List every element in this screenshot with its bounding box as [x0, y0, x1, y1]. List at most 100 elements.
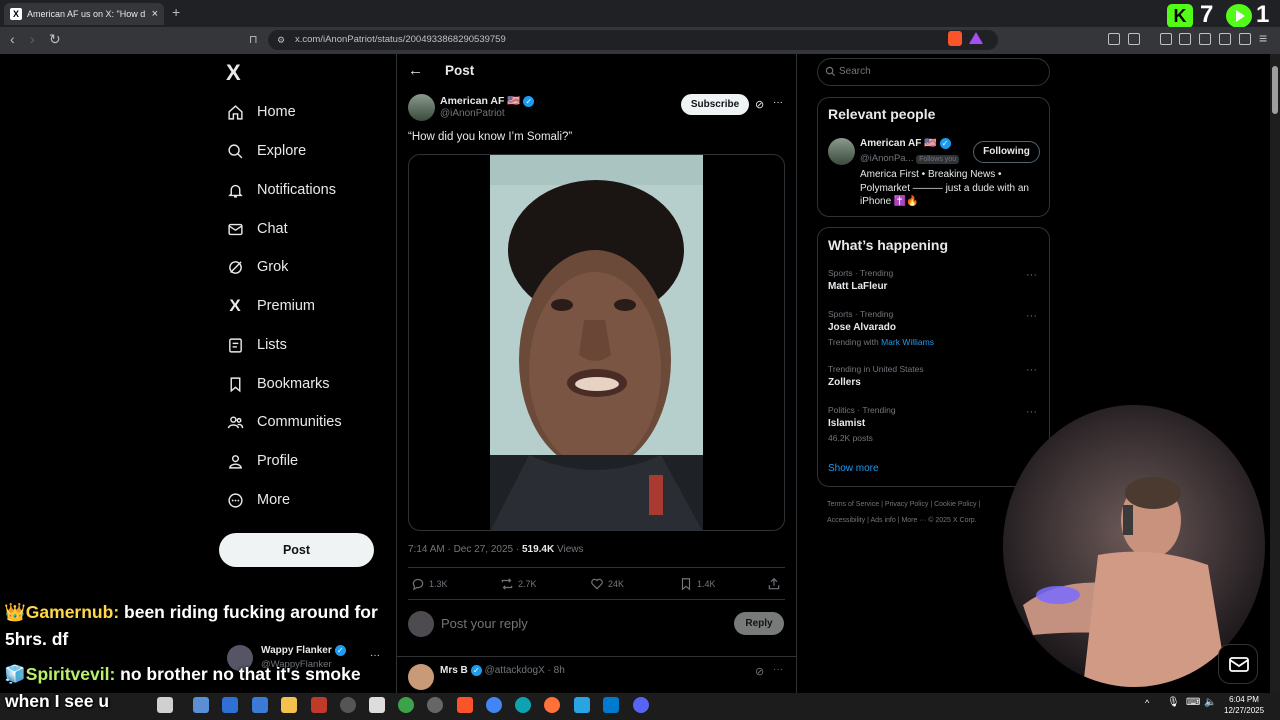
volume-icon[interactable]: 🔈	[1204, 697, 1216, 708]
nav-label: More	[257, 492, 291, 508]
app-icon[interactable]	[398, 697, 414, 713]
footer-links[interactable]: Terms of Service | Privacy Policy | Cook…	[827, 501, 980, 508]
app-icon[interactable]	[252, 697, 268, 713]
music-icon[interactable]	[1160, 33, 1172, 45]
chrome-icon[interactable]	[486, 697, 502, 713]
trend-more-icon[interactable]: ···	[1026, 269, 1037, 281]
nav-explore[interactable]: Explore	[226, 138, 306, 164]
account-more-icon[interactable]: ···	[370, 650, 380, 661]
nav-notifications[interactable]: Notifications	[226, 177, 336, 203]
bookmark-action[interactable]: 1.4K	[679, 577, 716, 591]
browser-tab[interactable]: X American AF us on X: "How d ×	[4, 3, 164, 25]
post-more-icon[interactable]: ···	[773, 97, 783, 108]
scrollbar-thumb[interactable]	[1272, 66, 1278, 114]
subscribe-button[interactable]: Subscribe	[681, 94, 749, 115]
like-action[interactable]: 24K	[590, 577, 624, 591]
obs-icon[interactable]	[340, 697, 356, 713]
page-scrollbar[interactable]	[1270, 54, 1280, 694]
author-handle[interactable]: @iAnonPatriot	[440, 108, 505, 119]
app-icon[interactable]	[311, 697, 327, 713]
brave-rewards-icon[interactable]	[969, 32, 983, 44]
show-more-link[interactable]: Show more	[828, 463, 879, 474]
clock-date: 12/27/2025	[1224, 706, 1265, 715]
app-icon[interactable]	[222, 697, 238, 713]
messages-button[interactable]	[1218, 644, 1258, 684]
reply-author-avatar[interactable]	[408, 664, 434, 690]
author-avatar[interactable]	[408, 94, 435, 121]
person-name[interactable]: American AF 🇺🇸 ✓	[860, 138, 951, 149]
nav-label: Communities	[257, 414, 342, 430]
discord-icon[interactable]	[633, 697, 649, 713]
brave-browser-icon[interactable]	[457, 697, 473, 713]
firefox-icon[interactable]	[544, 697, 560, 713]
forward-icon[interactable]: ›	[30, 31, 35, 47]
bookmark-page-icon[interactable]: ⊓	[249, 33, 258, 46]
nav-profile[interactable]: Profile	[226, 448, 298, 474]
trend-more-icon[interactable]: ···	[1026, 310, 1037, 322]
trend-name[interactable]: Jose Alvarado	[828, 322, 896, 333]
reply-button[interactable]: Reply	[734, 612, 784, 635]
nav-lists[interactable]: Lists	[226, 332, 287, 358]
nav-more[interactable]: More	[226, 487, 290, 513]
trend-extra-link[interactable]: Mark Williams	[881, 337, 934, 347]
share-action[interactable]	[767, 577, 785, 591]
trend-name[interactable]: Matt LaFleur	[828, 281, 887, 292]
back-arrow-icon[interactable]: ←	[408, 62, 423, 79]
menu-icon[interactable]: ≡	[1259, 30, 1267, 46]
settings-icon[interactable]	[427, 697, 443, 713]
back-icon[interactable]: ‹	[10, 31, 15, 47]
person-avatar[interactable]	[828, 138, 855, 165]
close-tab-icon[interactable]: ×	[152, 8, 158, 20]
nav-bookmarks[interactable]: Bookmarks	[226, 371, 330, 397]
grok-explain-icon[interactable]: ⊘	[755, 665, 764, 678]
edge-icon[interactable]	[515, 697, 531, 713]
post-media[interactable]	[408, 154, 785, 531]
system-clock[interactable]: 6:04 PM 12/27/2025	[1224, 694, 1264, 716]
app-icon[interactable]	[193, 697, 209, 713]
vscode-icon[interactable]	[603, 697, 619, 713]
following-button[interactable]: Following	[973, 141, 1040, 163]
vpn-icon[interactable]	[1239, 33, 1251, 45]
reply-more-icon[interactable]: ···	[773, 664, 783, 675]
grok-explain-icon[interactable]: ⊘	[755, 98, 764, 111]
epic-games-icon[interactable]	[369, 697, 385, 713]
extensions-icon[interactable]	[1108, 33, 1120, 45]
sidebar-toggle-icon[interactable]	[1179, 33, 1191, 45]
network-icon[interactable]: ⌨	[1186, 697, 1200, 708]
post-button[interactable]: Post	[219, 533, 374, 567]
microphone-icon[interactable]: 🎙	[1167, 697, 1180, 708]
nav-grok[interactable]: Grok	[226, 254, 288, 280]
nav-home[interactable]: Home	[226, 99, 296, 125]
nav-premium[interactable]: X Premium	[226, 293, 315, 319]
author-name[interactable]: American AF 🇺🇸 ✓	[440, 94, 535, 107]
calendar-app-icon[interactable]	[157, 697, 173, 713]
wallet-icon[interactable]	[1199, 33, 1211, 45]
x-logo-icon[interactable]: X	[226, 60, 241, 86]
leo-icon[interactable]	[1219, 33, 1231, 45]
file-explorer-icon[interactable]	[281, 697, 297, 713]
reload-icon[interactable]: ↻	[49, 31, 61, 48]
reply-input[interactable]: Post your reply	[441, 616, 528, 631]
trend-name[interactable]: Islamist	[828, 418, 865, 429]
trend-more-icon[interactable]: ···	[1026, 364, 1037, 376]
trend-name[interactable]: Zollers	[828, 377, 861, 388]
url-bar[interactable]: x.com/iAnonPatriot/status/20049338682905…	[268, 30, 998, 50]
reply-action[interactable]: 1.3K	[411, 577, 448, 591]
brave-shield-icon[interactable]	[948, 31, 962, 46]
site-info-icon[interactable]: ⚙	[277, 35, 285, 46]
nav-chat[interactable]: Chat	[226, 216, 288, 242]
search-input[interactable]: Search	[817, 58, 1050, 86]
nav-communities[interactable]: Communities	[226, 409, 342, 435]
tray-chevron-icon[interactable]: ^	[1145, 698, 1149, 708]
account-name[interactable]: Wappy Flanker ✓	[261, 645, 346, 656]
reply-author[interactable]: Mrs B ✓ @attackdogX · 8h	[440, 665, 565, 676]
new-tab-button[interactable]: +	[172, 4, 180, 20]
footer-links[interactable]: Accessibility | Ads info | More ··· © 20…	[827, 517, 977, 524]
repost-action[interactable]: 2.7K	[500, 577, 537, 591]
chat-user: Spiritvevil:	[25, 664, 116, 684]
extension-icon[interactable]	[1128, 33, 1140, 45]
app-icon[interactable]	[574, 697, 590, 713]
kick-viewer-count: 7	[1200, 1, 1214, 28]
trend-more-icon[interactable]: ···	[1026, 406, 1037, 418]
reply-count: 1.3K	[429, 579, 448, 589]
